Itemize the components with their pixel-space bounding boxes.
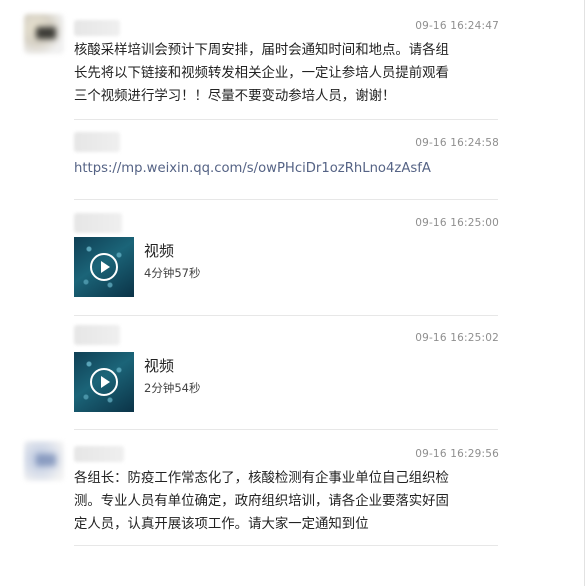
message-text[interactable]: 核酸采样培训会预计下周安排，届时会通知时间和地点。请各组 长先将以下链接和视频转… xyxy=(74,39,504,108)
sender-name-blurred xyxy=(74,20,120,36)
sender-name-blurred xyxy=(74,446,124,462)
message-timestamp: 09-16 16:24:47 xyxy=(415,20,499,32)
avatar[interactable] xyxy=(24,14,64,54)
message-divider xyxy=(74,119,498,120)
message-divider xyxy=(74,545,498,546)
message-line: 三个视频进行学习！！尽量不要变动参培人员，谢谢！ xyxy=(74,89,396,104)
message-line: 长先将以下链接和视频转发相关企业，一定让参培人员提前观看 xyxy=(74,66,449,81)
message-divider xyxy=(74,429,498,430)
message-timestamp: 09-16 16:24:58 xyxy=(415,137,499,149)
message-text[interactable]: 各组长：防疫工作常态化了，核酸检测有企事业单位自己组织检 测。专业人员有单位确定… xyxy=(74,467,504,536)
message-divider xyxy=(74,199,498,200)
message-link[interactable]: https://mp.weixin.qq.com/s/owPHciDr1ozRh… xyxy=(74,157,504,180)
sender-name-blurred xyxy=(74,325,120,345)
video-thumbnail[interactable] xyxy=(74,237,134,297)
video-title: 视频 xyxy=(144,357,175,375)
sender-name-blurred xyxy=(74,213,122,233)
play-icon[interactable] xyxy=(90,368,118,396)
avatar[interactable] xyxy=(24,441,64,481)
message-timestamp: 09-16 16:25:00 xyxy=(415,217,499,229)
message-timestamp: 09-16 16:25:02 xyxy=(415,332,499,344)
video-duration: 4分钟57秒 xyxy=(144,266,201,280)
message-divider xyxy=(74,315,498,316)
video-title: 视频 xyxy=(144,242,175,260)
message-line: 测。专业人员有单位确定，政府组织培训，请各企业要落实好固 xyxy=(74,494,449,509)
play-icon[interactable] xyxy=(90,253,118,281)
video-duration: 2分钟54秒 xyxy=(144,381,201,395)
sender-name-blurred xyxy=(74,132,120,152)
message-timestamp: 09-16 16:29:56 xyxy=(415,448,499,460)
video-thumbnail[interactable] xyxy=(74,352,134,412)
message-line: 核酸采样培训会预计下周安排，届时会通知时间和地点。请各组 xyxy=(74,43,449,58)
message-line: 各组长：防疫工作常态化了，核酸检测有企事业单位自己组织检 xyxy=(74,471,449,486)
message-line: 定人员，认真开展该项工作。请大家一定通知到位 xyxy=(74,517,369,532)
